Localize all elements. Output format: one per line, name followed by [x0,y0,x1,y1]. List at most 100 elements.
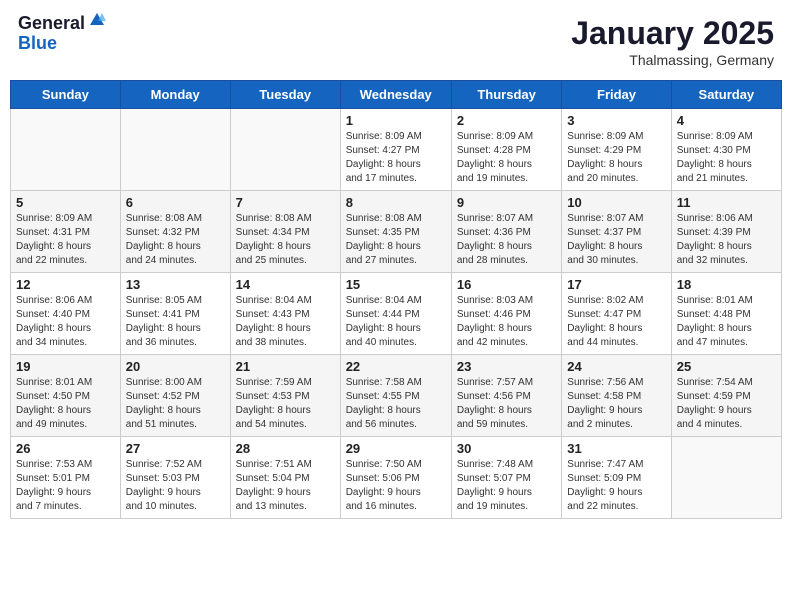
day-info: Sunrise: 8:08 AM Sunset: 4:35 PM Dayligh… [346,212,446,268]
calendar-week-row: 12 Sunrise: 8:06 AM Sunset: 4:40 PM Dayli… [11,273,782,355]
day-info: Sunrise: 8:02 AM Sunset: 4:47 PM Dayligh… [567,294,665,350]
calendar-day-cell [120,109,230,191]
calendar-day-cell: 23 Sunrise: 7:57 AM Sunset: 4:56 PM Dayli… [451,355,561,437]
day-number: 23 [457,359,556,374]
calendar-day-cell: 28Sunrise: 7:51 AM Sunset: 5:04 PM Dayli… [230,437,340,519]
title-block: January 2025 Thalmassing, Germany [571,14,774,68]
calendar-day-cell: 13 Sunrise: 8:05 AM Sunset: 4:41 PM Dayli… [120,273,230,355]
day-of-week-header: Sunday [11,81,121,109]
day-info: Sunrise: 8:07 AM Sunset: 4:37 PM Dayligh… [567,212,665,268]
day-number: 14 [236,277,335,292]
calendar-day-cell [11,109,121,191]
page-header: General Blue January 2025 Thalmassing, G… [10,10,782,72]
calendar-day-cell: 10Sunrise: 8:07 AM Sunset: 4:37 PM Dayli… [562,191,671,273]
day-number: 30 [457,441,556,456]
day-number: 13 [126,277,225,292]
calendar-day-cell: 26Sunrise: 7:53 AM Sunset: 5:01 PM Dayli… [11,437,121,519]
day-info: Sunrise: 8:01 AM Sunset: 4:50 PM Dayligh… [16,376,115,432]
calendar-day-cell: 25Sunrise: 7:54 AM Sunset: 4:59 PM Dayli… [671,355,781,437]
day-number: 11 [677,195,776,210]
location-subtitle: Thalmassing, Germany [571,52,774,68]
calendar-week-row: 19Sunrise: 8:01 AM Sunset: 4:50 PM Dayli… [11,355,782,437]
day-number: 25 [677,359,776,374]
calendar-day-cell: 14 Sunrise: 8:04 AM Sunset: 4:43 PM Dayli… [230,273,340,355]
day-info: Sunrise: 8:05 AM Sunset: 4:41 PM Dayligh… [126,294,225,350]
calendar-day-cell [230,109,340,191]
calendar-week-row: 5 Sunrise: 8:09 AM Sunset: 4:31 PM Daylig… [11,191,782,273]
day-number: 9 [457,195,556,210]
day-number: 5 [16,195,115,210]
calendar-week-row: 1Sunrise: 8:09 AM Sunset: 4:27 PM Daylig… [11,109,782,191]
calendar-day-cell: 3 Sunrise: 8:09 AM Sunset: 4:29 PM Daylig… [562,109,671,191]
calendar-day-cell: 12 Sunrise: 8:06 AM Sunset: 4:40 PM Dayli… [11,273,121,355]
day-info: Sunrise: 8:03 AM Sunset: 4:46 PM Dayligh… [457,294,556,350]
calendar-day-cell: 1Sunrise: 8:09 AM Sunset: 4:27 PM Daylig… [340,109,451,191]
day-number: 31 [567,441,665,456]
day-info: Sunrise: 8:09 AM Sunset: 4:27 PM Dayligh… [346,130,446,186]
calendar-day-cell: 19Sunrise: 8:01 AM Sunset: 4:50 PM Dayli… [11,355,121,437]
day-info: Sunrise: 8:09 AM Sunset: 4:28 PM Dayligh… [457,130,556,186]
day-info: Sunrise: 7:57 AM Sunset: 4:56 PM Dayligh… [457,376,556,432]
day-info: Sunrise: 7:56 AM Sunset: 4:58 PM Dayligh… [567,376,665,432]
day-number: 26 [16,441,115,456]
day-info: Sunrise: 7:51 AM Sunset: 5:04 PM Dayligh… [236,458,335,514]
day-number: 22 [346,359,446,374]
day-number: 21 [236,359,335,374]
calendar-day-cell: 24 Sunrise: 7:56 AM Sunset: 4:58 PM Dayli… [562,355,671,437]
day-info: Sunrise: 8:09 AM Sunset: 4:29 PM Dayligh… [567,130,665,186]
day-info: Sunrise: 7:47 AM Sunset: 5:09 PM Dayligh… [567,458,665,514]
day-info: Sunrise: 8:01 AM Sunset: 4:48 PM Dayligh… [677,294,776,350]
day-of-week-header: Thursday [451,81,561,109]
day-number: 17 [567,277,665,292]
day-info: Sunrise: 7:48 AM Sunset: 5:07 PM Dayligh… [457,458,556,514]
day-info: Sunrise: 7:59 AM Sunset: 4:53 PM Dayligh… [236,376,335,432]
day-info: Sunrise: 8:08 AM Sunset: 4:34 PM Dayligh… [236,212,335,268]
day-info: Sunrise: 8:06 AM Sunset: 4:39 PM Dayligh… [677,212,776,268]
day-number: 24 [567,359,665,374]
day-number: 18 [677,277,776,292]
calendar-day-cell: 6 Sunrise: 8:08 AM Sunset: 4:32 PM Daylig… [120,191,230,273]
day-info: Sunrise: 8:08 AM Sunset: 4:32 PM Dayligh… [126,212,225,268]
day-info: Sunrise: 8:09 AM Sunset: 4:30 PM Dayligh… [677,130,776,186]
calendar-day-cell: 21 Sunrise: 7:59 AM Sunset: 4:53 PM Dayli… [230,355,340,437]
logo: General Blue [18,14,106,54]
day-number: 12 [16,277,115,292]
calendar-week-row: 26Sunrise: 7:53 AM Sunset: 5:01 PM Dayli… [11,437,782,519]
day-info: Sunrise: 8:04 AM Sunset: 4:43 PM Dayligh… [236,294,335,350]
day-number: 6 [126,195,225,210]
day-number: 20 [126,359,225,374]
calendar-day-cell: 11 Sunrise: 8:06 AM Sunset: 4:39 PM Dayli… [671,191,781,273]
calendar-day-cell: 4 Sunrise: 8:09 AM Sunset: 4:30 PM Daylig… [671,109,781,191]
calendar-table: SundayMondayTuesdayWednesdayThursdayFrid… [10,80,782,519]
day-info: Sunrise: 8:00 AM Sunset: 4:52 PM Dayligh… [126,376,225,432]
month-title: January 2025 [571,14,774,52]
calendar-day-cell: 16Sunrise: 8:03 AM Sunset: 4:46 PM Dayli… [451,273,561,355]
day-number: 27 [126,441,225,456]
day-info: Sunrise: 8:04 AM Sunset: 4:44 PM Dayligh… [346,294,446,350]
day-number: 3 [567,113,665,128]
day-info: Sunrise: 8:06 AM Sunset: 4:40 PM Dayligh… [16,294,115,350]
calendar-day-cell: 2Sunrise: 8:09 AM Sunset: 4:28 PM Daylig… [451,109,561,191]
calendar-day-cell: 17 Sunrise: 8:02 AM Sunset: 4:47 PM Dayli… [562,273,671,355]
calendar-day-cell: 15 Sunrise: 8:04 AM Sunset: 4:44 PM Dayli… [340,273,451,355]
calendar-day-cell: 31 Sunrise: 7:47 AM Sunset: 5:09 PM Dayli… [562,437,671,519]
day-number: 15 [346,277,446,292]
day-info: Sunrise: 7:52 AM Sunset: 5:03 PM Dayligh… [126,458,225,514]
calendar-day-cell [671,437,781,519]
day-of-week-header: Wednesday [340,81,451,109]
calendar-day-cell: 5 Sunrise: 8:09 AM Sunset: 4:31 PM Daylig… [11,191,121,273]
day-info: Sunrise: 8:09 AM Sunset: 4:31 PM Dayligh… [16,212,115,268]
calendar-day-cell: 20 Sunrise: 8:00 AM Sunset: 4:52 PM Dayli… [120,355,230,437]
calendar-day-cell: 29Sunrise: 7:50 AM Sunset: 5:06 PM Dayli… [340,437,451,519]
calendar-day-cell: 22 Sunrise: 7:58 AM Sunset: 4:55 PM Dayli… [340,355,451,437]
day-of-week-header: Saturday [671,81,781,109]
logo-general: General [18,14,85,34]
day-number: 4 [677,113,776,128]
day-number: 7 [236,195,335,210]
calendar-day-cell: 30 Sunrise: 7:48 AM Sunset: 5:07 PM Dayli… [451,437,561,519]
calendar-day-cell: 9Sunrise: 8:07 AM Sunset: 4:36 PM Daylig… [451,191,561,273]
calendar-day-cell: 8Sunrise: 8:08 AM Sunset: 4:35 PM Daylig… [340,191,451,273]
day-info: Sunrise: 7:58 AM Sunset: 4:55 PM Dayligh… [346,376,446,432]
calendar-day-cell: 7 Sunrise: 8:08 AM Sunset: 4:34 PM Daylig… [230,191,340,273]
day-of-week-header: Friday [562,81,671,109]
